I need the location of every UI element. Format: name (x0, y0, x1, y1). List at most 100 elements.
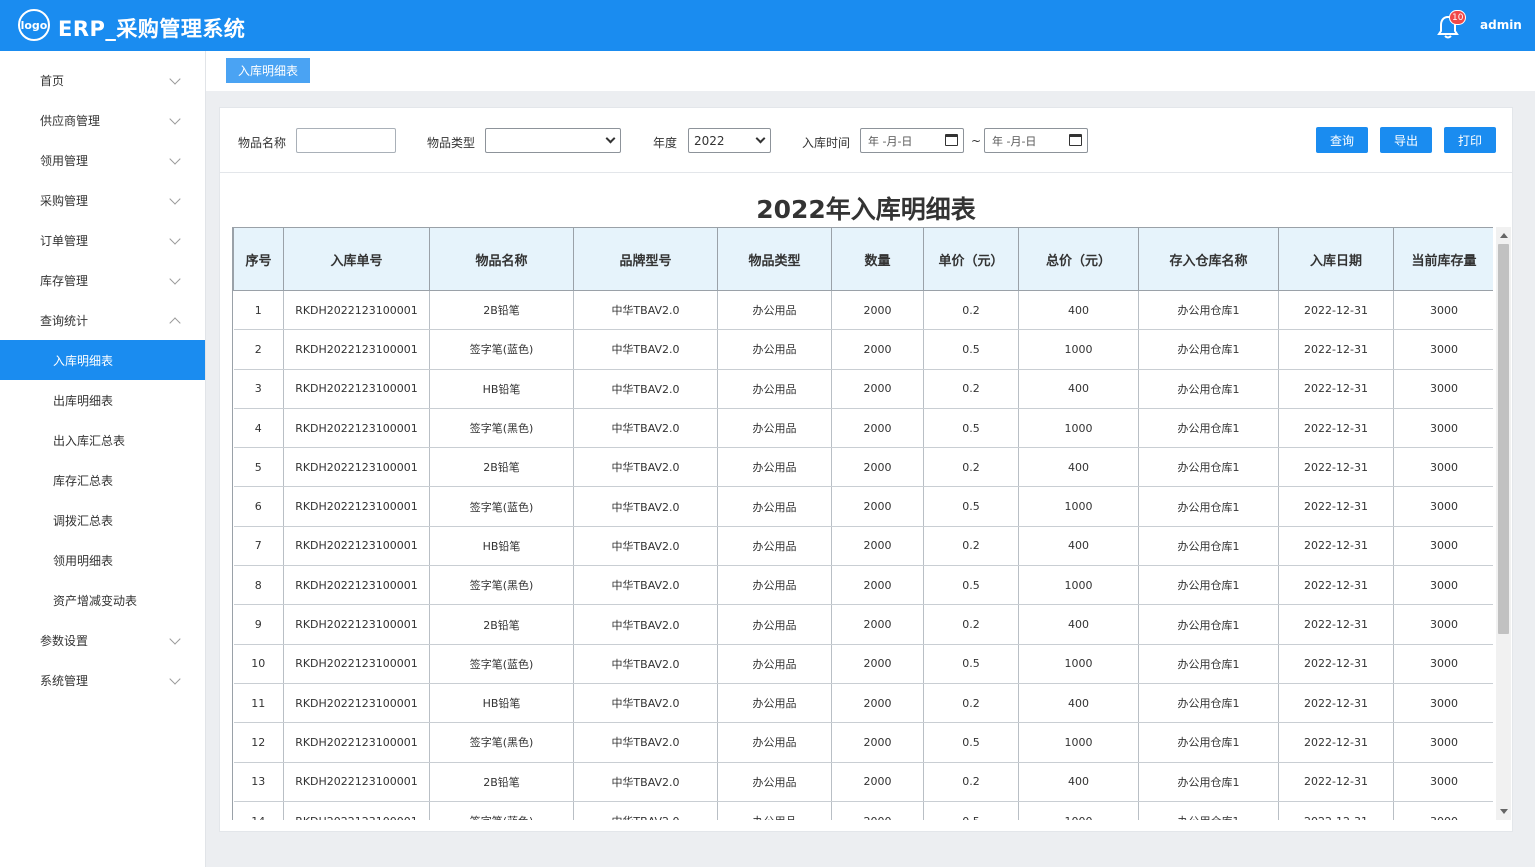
cell-brand-model: 中华TBAV2.0 (573, 762, 718, 802)
cell-total-price: 1000 (1018, 801, 1139, 820)
sidebar-subitem-inbound-detail[interactable]: 入库明细表 (0, 340, 205, 380)
col-header-item-name[interactable]: 物品名称 (429, 227, 574, 291)
col-header-order-no[interactable]: 入库单号 (283, 227, 430, 291)
date-to-placeholder: 年 -月-日 (992, 134, 1037, 148)
table-row[interactable]: 7 RKDH2022123100001 HB铅笔 中华TBAV2.0 办公用品 2000 0… (233, 526, 1493, 567)
cell-brand-model: 中华TBAV2.0 (573, 408, 718, 449)
scroll-thumb[interactable] (1498, 244, 1509, 634)
table-row[interactable]: 1 RKDH2022123100001 2B铅笔 中华TBAV2.0 办公用品 2000 0… (233, 290, 1493, 331)
cell-unit-price: 0.5 (923, 408, 1019, 449)
cell-item-name: 签字笔(黑色) (429, 408, 574, 449)
cell-brand-model: 中华TBAV2.0 (573, 526, 718, 567)
cell-quantity: 2000 (831, 329, 924, 370)
scroll-up-arrow-icon[interactable] (1500, 233, 1508, 238)
sidebar-item-parameters[interactable]: 参数设置 (0, 620, 205, 660)
scroll-down-arrow-icon[interactable] (1500, 809, 1508, 814)
cell-total-price: 1000 (1018, 486, 1139, 527)
cell-item-type: 办公用品 (717, 762, 832, 802)
sidebar-item-home[interactable]: 首页 (0, 60, 205, 100)
logo-text: logo (20, 18, 48, 32)
chevron-down-icon (169, 73, 181, 85)
table-row[interactable]: 2 RKDH2022123100001 签字笔(蓝色) 中华TBAV2.0 办公用品 20… (233, 329, 1493, 370)
table-row[interactable]: 12 RKDH2022123100001 签字笔(黑色) 中华TBAV2.0 办公用品 2… (233, 722, 1493, 763)
table-row[interactable]: 5 RKDH2022123100001 2B铅笔 中华TBAV2.0 办公用品 2000 0… (233, 447, 1493, 488)
sidebar-item-inventory[interactable]: 库存管理 (0, 260, 205, 300)
sidebar-subitem-transfer-summary[interactable]: 调拨汇总表 (0, 500, 205, 540)
table-row[interactable]: 10 RKDH2022123100001 签字笔(蓝色) 中华TBAV2.0 办公用品 2… (233, 644, 1493, 684)
sidebar-subitem-inout-summary[interactable]: 出入库汇总表 (0, 420, 205, 460)
calendar-icon[interactable] (945, 134, 958, 146)
tab-inbound-detail[interactable]: 入库明细表 (226, 58, 310, 83)
cell-stock: 3000 (1393, 369, 1493, 409)
table-row[interactable]: 14RKDH2022123100001签字笔(蓝色)中华TBAV2.0办公用品2… (233, 801, 1493, 820)
col-header-unit-price[interactable]: 单价（元） (923, 227, 1019, 291)
cell-item-name: HB铅笔 (429, 369, 574, 409)
col-header-warehouse[interactable]: 存入仓库名称 (1138, 227, 1279, 291)
chevron-down-icon (605, 133, 616, 144)
cell-total-price: 1000 (1018, 408, 1139, 449)
cell-item-name: 签字笔(蓝色) (429, 486, 574, 527)
print-button[interactable]: 打印 (1444, 127, 1496, 153)
cell-item-type: 办公用品 (717, 290, 832, 331)
cell-warehouse: 办公用仓库1 (1138, 722, 1279, 763)
cell-date: 2022-12-31 (1278, 722, 1394, 763)
sidebar-item-purchasing[interactable]: 采购管理 (0, 180, 205, 220)
col-header-brand-model[interactable]: 品牌型号 (573, 227, 718, 291)
cell-date: 2022-12-31 (1278, 762, 1394, 802)
sidebar-item-requisition[interactable]: 领用管理 (0, 140, 205, 180)
cell-item-type: 办公用品 (717, 722, 832, 763)
sidebar-item-system[interactable]: 系统管理 (0, 660, 205, 700)
sidebar-item-label: 系统管理 (40, 673, 89, 688)
top-header: logo ERP_采购管理系统 10 admin (0, 0, 1535, 51)
cell-index: 13 (233, 762, 284, 802)
item-type-select[interactable] (485, 128, 621, 153)
date-to-input[interactable]: 年 -月-日 (984, 128, 1088, 153)
cell-item-name: 签字笔(蓝色) (429, 644, 574, 684)
col-header-total-price[interactable]: 总价（元） (1018, 227, 1139, 291)
date-label: 入库时间 (802, 136, 851, 150)
col-header-date[interactable]: 入库日期 (1278, 227, 1394, 291)
cell-item-type: 办公用品 (717, 604, 832, 645)
sidebar-subitem-asset-change[interactable]: 资产增减变动表 (0, 580, 205, 620)
sidebar-item-suppliers[interactable]: 供应商管理 (0, 100, 205, 140)
sidebar-item-label: 首页 (40, 73, 65, 88)
cell-brand-model: 中华TBAV2.0 (573, 486, 718, 527)
item-name-input[interactable] (296, 128, 396, 153)
cell-item-type: 办公用品 (717, 565, 832, 606)
table-row[interactable]: 11 RKDH2022123100001 HB铅笔 中华TBAV2.0 办公用品 2000… (233, 683, 1493, 724)
cell-date: 2022-12-31 (1278, 644, 1394, 684)
table-row[interactable]: 3 RKDH2022123100001 HB铅笔 中华TBAV2.0 办公用品 2000 0… (233, 369, 1493, 409)
cell-index: 1 (233, 290, 284, 331)
user-name[interactable]: admin (1480, 18, 1522, 32)
tab-bar: 入库明细表 (206, 51, 1535, 91)
sidebar-item-orders[interactable]: 订单管理 (0, 220, 205, 260)
sidebar-subitem-stock-summary[interactable]: 库存汇总表 (0, 460, 205, 500)
calendar-icon[interactable] (1069, 134, 1082, 146)
date-from-input[interactable]: 年 -月-日 (860, 128, 964, 153)
table-scrollbar[interactable] (1496, 227, 1511, 820)
cell-total-price: 400 (1018, 290, 1139, 331)
col-header-index[interactable]: 序号 (233, 227, 284, 291)
table-row[interactable]: 6 RKDH2022123100001 签字笔(蓝色) 中华TBAV2.0 办公用品 20… (233, 486, 1493, 527)
col-header-item-type[interactable]: 物品类型 (717, 227, 832, 291)
cell-brand-model: 中华TBAV2.0 (573, 447, 718, 488)
table-row[interactable]: 9 RKDH2022123100001 2B铅笔 中华TBAV2.0 办公用品 2000 0… (233, 604, 1493, 645)
col-header-stock[interactable]: 当前库存量 (1393, 227, 1493, 291)
cell-index: 11 (233, 683, 284, 724)
sidebar-subitem-outbound-detail[interactable]: 出库明细表 (0, 380, 205, 420)
sidebar-item-statistics[interactable]: 查询统计 (0, 300, 205, 340)
col-header-quantity[interactable]: 数量 (831, 227, 924, 291)
cell-order-no: RKDH2022123100001 (283, 486, 430, 527)
table-row[interactable]: 13 RKDH2022123100001 2B铅笔 中华TBAV2.0 办公用品 2000… (233, 762, 1493, 802)
sidebar-subitem-requisition-detail[interactable]: 领用明细表 (0, 540, 205, 580)
cell-order-no: RKDH2022123100001 (283, 329, 430, 370)
cell-warehouse: 办公用仓库1 (1138, 644, 1279, 684)
chevron-down-icon (755, 133, 766, 144)
export-button[interactable]: 导出 (1380, 127, 1432, 153)
query-button[interactable]: 查询 (1316, 127, 1368, 153)
chevron-down-icon (169, 673, 181, 685)
table-row[interactable]: 8 RKDH2022123100001 签字笔(黑色) 中华TBAV2.0 办公用品 20… (233, 565, 1493, 606)
year-select[interactable]: 2022 (688, 128, 771, 153)
table-row[interactable]: 4 RKDH2022123100001 签字笔(黑色) 中华TBAV2.0 办公用品 20… (233, 408, 1493, 449)
cell-quantity: 2000 (831, 526, 924, 567)
